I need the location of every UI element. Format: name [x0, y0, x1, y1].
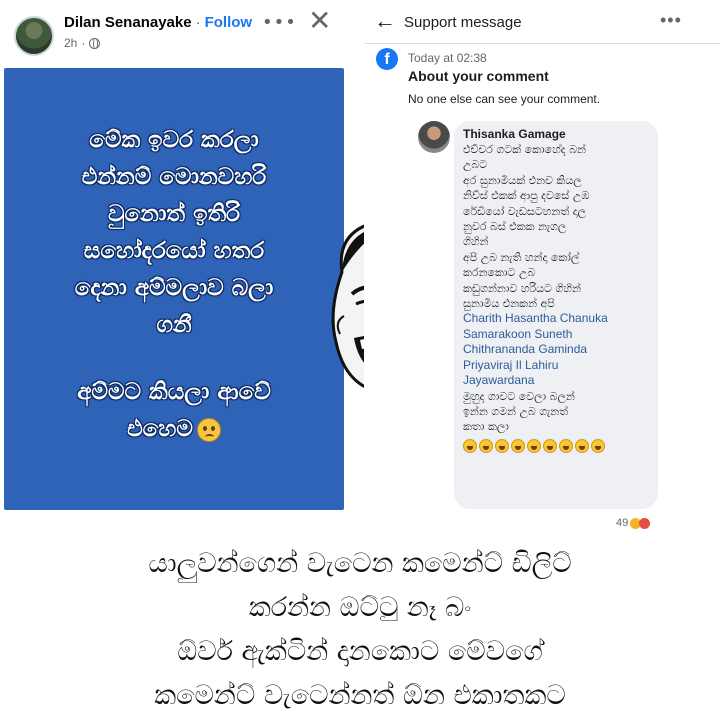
comment-line: මුහුද ගාවට වෙලා බලන් [463, 389, 575, 403]
comment-line: උබට [463, 158, 488, 172]
post-meta: 2h · [64, 36, 101, 50]
post-time[interactable]: 2h [64, 36, 77, 50]
laughing-emoji-icon [543, 438, 557, 453]
comment-line: ඉන්න ගමන් උබ ගැනත් [463, 404, 569, 418]
tagged-friend-link[interactable]: Samarakoon Suneth [463, 327, 650, 342]
laughing-emoji-icon [591, 438, 605, 453]
comment-body: එච්චර ගටක් කොහේද බන් උබට අර සුනාමියක් එන… [463, 142, 650, 435]
laughing-emoji-icon [463, 438, 477, 453]
about-comment-subtitle: No one else can see your comment. [408, 92, 601, 106]
tagged-friend-link[interactable]: Jayawardana [463, 373, 650, 388]
comment-line: අර සුනාමියක් එනව කියල [463, 173, 582, 187]
card-line: ගනී [156, 312, 192, 338]
comment-line: කතා කලා [463, 420, 509, 434]
card-line: මේක ඉවර කරලා [89, 127, 259, 153]
card-line: එන්නම් මොනවහරි [81, 164, 267, 190]
caption-line: කරන්න ඔට්ටු නෑ බං [248, 592, 472, 623]
card-line-with-emoji: එහෙම [77, 411, 271, 448]
reaction-summary[interactable]: 49 [616, 517, 651, 529]
laughing-emoji-row [463, 438, 650, 453]
pleading-face-emoji-icon [196, 417, 221, 442]
caption-line: යාලුවන්ගෙන් වැටෙන කමෙන්ට් ඩිලිට් [148, 548, 572, 579]
card-text-block-2: අම්මට කියලා ආවේ එහෙම [57, 374, 291, 448]
back-arrow-icon[interactable]: ← [374, 8, 396, 34]
comment-line: නිව්ස් එකක් ආපු දවසේ උඹ [463, 189, 590, 203]
more-options-button[interactable]: ••• [262, 12, 297, 33]
caption-line: ඕවර් ඇක්ටින් දානකොට මේවගේ [177, 636, 543, 667]
commenter-avatar[interactable] [418, 121, 450, 153]
tagged-friend-link[interactable]: Priyaviraj Il Lahiru [463, 358, 650, 373]
support-header: ← Support message ••• [364, 0, 720, 44]
card-line: වුනොත් ඉතිරි [107, 201, 241, 227]
laughing-emoji-icon [559, 438, 573, 453]
card-line: සහෝදරයෝ හතර [83, 238, 265, 264]
card-text-block-1: මේක ඉවර කරලා එන්නම් මොනවහරි වුනොත් ඉතිරි… [55, 122, 294, 344]
globe-icon [89, 37, 101, 49]
comment-bubble: Thisanka Gamage එච්චර ගටක් කොහේද බන් උබට… [454, 121, 658, 509]
comment-line: කඩුගන්නාව හරියට ගිහින් [463, 281, 581, 295]
laughing-emoji-icon [511, 438, 525, 453]
meme-caption: යාලුවන්ගෙන් වැටෙන කමෙන්ට් ඩිලිට් කරන්න ඔ… [0, 542, 720, 718]
laughing-emoji-icon [479, 438, 493, 453]
comment-line: රේඩියෝ වැඩසටහනත් දාල [463, 204, 587, 218]
separator-dot: · [195, 14, 201, 31]
comment-line: කරනකොට උබ [463, 266, 536, 280]
laughing-emoji-icon [527, 438, 541, 453]
author-line: Dilan Senanayake · Follow [64, 14, 252, 31]
laughing-emoji-icon [575, 438, 589, 453]
card-line: එහෙම [127, 416, 193, 442]
facebook-logo-icon: f [376, 48, 398, 70]
tagged-friend-link[interactable]: Chithrananda Gaminda [463, 342, 650, 357]
comment-line: ගිහින් [463, 235, 489, 249]
reaction-count: 49 [616, 517, 629, 529]
comment-line: අපි උබ නැති හන්දා කෝල් [463, 250, 580, 264]
laughing-emoji-icon [495, 438, 509, 453]
facebook-post: Dilan Senanayake · Follow 2h · ••• ✕ මේක ඉ… [0, 0, 348, 512]
post-header: Dilan Senanayake · Follow 2h · ••• ✕ [0, 0, 348, 66]
love-reaction-icon [639, 517, 651, 529]
support-message-panel: ← Support message ••• f Today at 02:38 A… [364, 0, 720, 540]
post-image-card: මේක ඉවර කරලා එන්නම් මොනවහරි වුනොත් ඉතිරි… [4, 68, 344, 510]
card-line: අම්මට කියලා ආවේ [77, 379, 271, 405]
tagged-friend-link[interactable]: Charith Hasantha Chanuka [463, 311, 650, 326]
commenter-name[interactable]: Thisanka Gamage [463, 127, 650, 142]
author-name[interactable]: Dilan Senanayake [64, 14, 192, 31]
comment-line: සුනාමිය එනකන් අපි [463, 297, 555, 311]
message-time: Today at 02:38 [408, 51, 487, 65]
support-title: Support message [404, 14, 522, 31]
author-avatar[interactable] [14, 16, 54, 56]
about-comment-title: About your comment [408, 68, 549, 84]
follow-button[interactable]: Follow [205, 14, 253, 31]
support-more-button[interactable]: ••• [660, 10, 682, 31]
card-line: දෙනා අම්මලාව බලා [74, 275, 274, 301]
caption-line: කමෙන්ට් වැටෙන්නත් ඕන එකාතකට [154, 680, 566, 711]
comment-line: නුවර බස් එකක නැගල [463, 220, 567, 234]
close-button[interactable]: ✕ [308, 6, 331, 36]
comment-line: එච්චර ගටක් කොහේද බන් [463, 143, 586, 156]
